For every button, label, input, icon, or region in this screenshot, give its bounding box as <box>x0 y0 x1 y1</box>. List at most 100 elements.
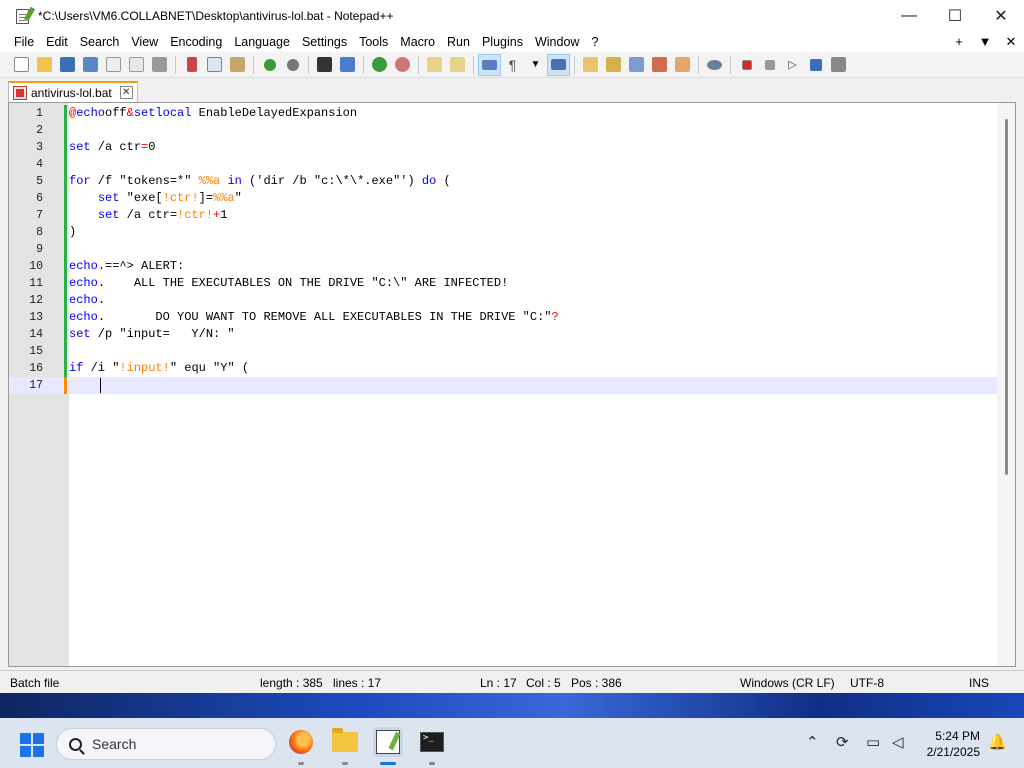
word-wrap-icon[interactable] <box>478 53 501 76</box>
code-line[interactable]: 4 <box>9 156 999 173</box>
zoom-in-icon[interactable] <box>368 54 391 76</box>
vertical-scrollbar[interactable] <box>997 103 1015 666</box>
menu-edit[interactable]: Edit <box>40 32 74 52</box>
status-insert-mode[interactable]: INS <box>969 676 989 690</box>
find-icon[interactable] <box>313 54 336 76</box>
show-all-characters-icon[interactable]: ¶ <box>501 54 524 76</box>
code-token: 0 <box>148 140 156 154</box>
file-explorer-icon[interactable] <box>330 727 360 757</box>
show-symbol-dropdown-icon[interactable]: ▼ <box>524 54 547 76</box>
code-line[interactable]: 14 set /p "input= Y/N: " <box>9 326 999 343</box>
menu-encoding[interactable]: Encoding <box>164 32 228 52</box>
menu-window[interactable]: Window <box>529 32 585 52</box>
tab-close-icon[interactable]: ✕ <box>119 86 133 99</box>
tab-list-button[interactable]: ▼ <box>972 34 998 50</box>
doc-map-icon[interactable] <box>602 54 625 76</box>
zoom-out-icon[interactable] <box>391 54 414 76</box>
new-tab-button[interactable]: + <box>946 34 972 50</box>
code-line[interactable]: 3 set /a ctr=0 <box>9 139 999 156</box>
menu-tools[interactable]: Tools <box>353 32 394 52</box>
terminal-icon[interactable]: >_ <box>417 727 447 757</box>
sync-vertical-icon[interactable] <box>423 54 446 76</box>
save-icon[interactable] <box>56 54 79 76</box>
menu-bar: File Edit Search View Encoding Language … <box>0 32 1024 52</box>
network-icon[interactable]: ▭ <box>866 733 880 751</box>
menu-search[interactable]: Search <box>74 32 126 52</box>
title-bar[interactable]: *C:\Users\VM6.COLLABNET\Desktop\antiviru… <box>0 0 1024 32</box>
code-token: .==^> ALERT: <box>97 259 185 273</box>
function-list-icon[interactable] <box>625 54 648 76</box>
copy-icon[interactable] <box>203 54 226 76</box>
line-number: 3 <box>36 141 43 154</box>
menu-run[interactable]: Run <box>441 32 476 52</box>
system-clock[interactable]: 5:24 PM 2/21/2025 <box>927 728 980 760</box>
code-line[interactable]: 10 echo.==^> ALERT: <box>9 258 999 275</box>
cut-icon[interactable] <box>180 54 203 76</box>
code-line[interactable]: 11 echo. ALL THE EXECUTABLES ON THE DRIVE… <box>9 275 999 292</box>
indent-guide-icon[interactable] <box>547 53 570 76</box>
code-line[interactable]: 15 <box>9 343 999 360</box>
notepad-plus-plus-icon[interactable] <box>373 727 403 757</box>
code-token: setlocal <box>133 106 192 120</box>
close-all-icon[interactable] <box>125 54 148 76</box>
code-line[interactable]: 17 <box>9 377 999 394</box>
menu-help[interactable]: ? <box>585 32 604 52</box>
toolbar-separator <box>698 55 699 74</box>
notifications-bell-icon[interactable]: 🔔 <box>988 733 1007 751</box>
new-file-icon[interactable] <box>10 54 33 76</box>
playback-macro-icon[interactable]: ▷ <box>781 54 804 76</box>
menu-language[interactable]: Language <box>228 32 296 52</box>
menu-macro[interactable]: Macro <box>394 32 441 52</box>
status-encoding[interactable]: UTF-8 <box>850 676 884 690</box>
app-active-indicator <box>380 762 396 765</box>
code-line[interactable]: 5 for /f "tokens=*" %%a in ('dir /b "c:\*… <box>9 173 999 190</box>
maximize-button[interactable]: ☐ <box>932 0 978 32</box>
undo-icon[interactable] <box>258 54 281 76</box>
code-line[interactable]: 12 echo. <box>9 292 999 309</box>
menu-view[interactable]: View <box>125 32 164 52</box>
save-macro-icon[interactable] <box>827 54 850 76</box>
code-line[interactable]: 7 set /a ctr=!ctr!+1 <box>9 207 999 224</box>
code-line[interactable]: 16 if /i "!input!" equ "Y" ( <box>9 360 999 377</box>
code-token: echo <box>69 293 98 307</box>
project-panel-icon[interactable] <box>671 54 694 76</box>
code-line[interactable]: 1 @echooff&setlocal EnableDelayedExpansio… <box>9 105 999 122</box>
code-line[interactable]: 6 set "exe[!ctr!]=%%a" <box>9 190 999 207</box>
tab-antivirus-lol[interactable]: antivirus-lol.bat ✕ <box>8 81 138 102</box>
close-icon[interactable] <box>102 54 125 76</box>
scrollbar-thumb[interactable] <box>1005 119 1008 475</box>
status-eol-format[interactable]: Windows (CR LF) <box>740 676 835 690</box>
code-line[interactable]: 13 echo. DO YOU WANT TO REMOVE ALL EXECUT… <box>9 309 999 326</box>
open-file-icon[interactable] <box>33 54 56 76</box>
menu-settings[interactable]: Settings <box>296 32 353 52</box>
sync-horizontal-icon[interactable] <box>446 54 469 76</box>
stop-recording-icon[interactable] <box>758 54 781 76</box>
code-line[interactable]: 2 <box>9 122 999 139</box>
code-line[interactable]: 9 <box>9 241 999 258</box>
volume-muted-icon[interactable]: ◁ <box>892 733 904 751</box>
tray-overflow-chevron-icon[interactable]: ⌃ <box>806 733 819 751</box>
folder-as-workspace-icon[interactable] <box>648 54 671 76</box>
firefox-icon[interactable] <box>286 727 316 757</box>
run-macro-multiple-icon[interactable] <box>804 54 827 76</box>
paste-icon[interactable] <box>226 54 249 76</box>
monitoring-icon[interactable] <box>703 54 726 76</box>
windows-start-icon[interactable] <box>20 733 44 757</box>
redo-icon[interactable] <box>281 54 304 76</box>
taskbar-search[interactable]: Search <box>56 728 276 760</box>
change-history-marker <box>64 207 67 224</box>
code-editor[interactable]: 1 @echooff&setlocal EnableDelayedExpansio… <box>8 102 1016 667</box>
close-button[interactable]: ✕ <box>978 0 1024 32</box>
minimize-button[interactable]: — <box>886 0 932 32</box>
close-document-button[interactable]: ✕ <box>998 34 1024 50</box>
user-defined-language-icon[interactable] <box>579 54 602 76</box>
save-all-icon[interactable] <box>79 54 102 76</box>
print-icon[interactable] <box>148 54 171 76</box>
code-line[interactable]: 8) <box>9 224 999 241</box>
menu-plugins[interactable]: Plugins <box>476 32 529 52</box>
record-macro-icon[interactable] <box>735 54 758 76</box>
menu-file[interactable]: File <box>8 32 40 52</box>
sync-icon[interactable]: ⟳ <box>836 733 849 751</box>
replace-icon[interactable] <box>336 54 359 76</box>
